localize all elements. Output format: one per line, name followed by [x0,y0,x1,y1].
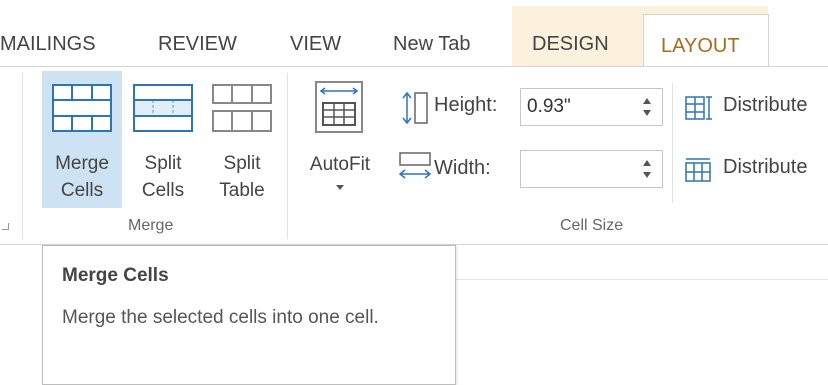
tooltip-title: Merge Cells [62,265,169,286]
tab-new-tab[interactable]: New Tab [393,22,470,66]
merge-cells-label-2: Cells [60,180,104,201]
distribute-rows-button[interactable]: Distribute [684,89,828,127]
merge-cells-tooltip: Merge Cells Merge the selected cells int… [42,245,456,385]
autofit-button[interactable]: AutoFit [295,71,385,208]
split-cells-label-2: Cells [141,180,185,201]
tab-view[interactable]: VIEW [290,22,341,66]
split-table-label-2: Table [219,180,265,201]
group-separator [22,73,23,239]
tooltip-body: Merge the selected cells into one cell. [62,307,379,328]
distribute-rows-icon [685,96,712,120]
document-ruler-edge [456,279,828,280]
group-separator [287,73,288,239]
split-cells-button[interactable]: Split Cells [124,71,202,208]
tab-mailings[interactable]: MAILINGS [0,22,96,66]
distribute-columns-button[interactable]: Distribute [684,151,828,189]
ribbon-tab-bar: MAILINGS REVIEW VIEW New Tab DESIGN LAYO… [0,0,828,68]
width-input[interactable] [520,150,663,188]
chevron-down-icon [336,185,344,190]
tab-layout-label: LAYOUT [661,35,740,57]
split-table-button[interactable]: Split Table [203,71,281,208]
merge-group-label: Merge [128,217,174,234]
autofit-label: AutoFit [309,154,371,175]
split-table-label-1: Split [223,153,261,174]
cell-size-group-label: Cell Size [560,217,624,234]
tab-review[interactable]: REVIEW [158,22,237,66]
distribute-rows-label: Distribute [723,94,808,116]
group-separator [672,83,673,203]
split-table-icon [212,84,272,132]
autofit-icon [315,81,363,133]
height-input[interactable]: 0.93" [520,88,663,126]
height-label: Height: [434,94,498,116]
table-column-width-icon [398,152,432,179]
merge-cells-icon [52,84,112,132]
split-cells-icon [133,84,193,132]
width-label: Width: [434,157,491,179]
dialog-launcher-icon[interactable] [2,223,9,230]
ribbon-panel: Merge Cells Split Cells Split Table Merg… [0,66,828,245]
distribute-columns-icon [685,158,711,182]
spinner-arrows-icon[interactable] [642,157,652,181]
tab-layout[interactable]: LAYOUT [643,14,769,68]
spinner-arrows-icon[interactable] [642,95,652,119]
tab-design[interactable]: DESIGN [532,22,609,66]
height-value: 0.93" [527,96,571,117]
table-row-height-icon [402,91,428,125]
merge-cells-label-1: Merge [55,153,109,174]
distribute-columns-label: Distribute [723,156,808,178]
split-cells-label-1: Split [144,153,182,174]
merge-cells-button[interactable]: Merge Cells [42,71,122,208]
